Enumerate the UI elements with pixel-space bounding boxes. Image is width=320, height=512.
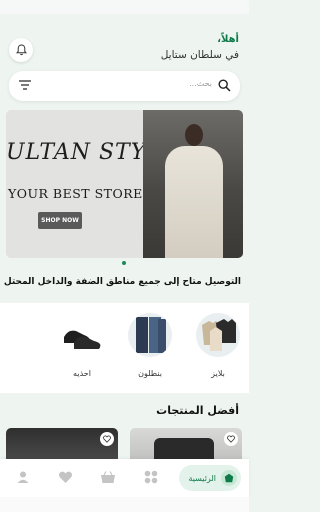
greeting: أهلاً، في سلطان ستايل (161, 33, 239, 63)
search-icon (218, 79, 231, 92)
bell-icon (15, 44, 27, 56)
category-shirts[interactable]: بلايز (193, 313, 243, 378)
favorite-button[interactable] (224, 432, 238, 446)
carousel-indicator (122, 261, 126, 265)
category-shoes[interactable]: احذيه (57, 313, 107, 378)
categories-row: بلايز بنطلون احذيه (0, 303, 249, 393)
category-pants[interactable]: بنطلون (125, 313, 175, 378)
heart-icon (103, 435, 111, 443)
notifications-button[interactable] (9, 38, 33, 62)
heart-icon (227, 435, 235, 443)
status-bar (0, 0, 249, 14)
favorites-icon[interactable] (58, 470, 73, 484)
greeting-subtitle: في سلطان ستايل (160, 49, 239, 61)
shop-now-button[interactable]: SHOP NOW (38, 212, 82, 229)
greeting-title: أهلاً، (217, 34, 239, 45)
category-label: بنطلون (138, 369, 162, 378)
profile-icon[interactable] (16, 470, 30, 484)
category-image (60, 313, 104, 357)
banner-headline: YOUR BEST STORE (8, 186, 143, 201)
categories-icon[interactable] (144, 470, 158, 484)
nav-home-label: الرئيسية (188, 473, 216, 483)
header: أهلاً، في سلطان ستايل (0, 30, 249, 68)
category-label: احذيه (73, 369, 91, 378)
nav-home-button[interactable]: الرئيسية (179, 465, 241, 491)
banner-model-photo (143, 110, 243, 258)
category-image (128, 313, 172, 357)
promo-banner[interactable]: ULTAN STYLE YOUR BEST STORE SHOP NOW (6, 110, 243, 258)
system-gesture-bar (0, 497, 249, 512)
banner-script-text: ULTAN STYLE (6, 140, 156, 165)
favorite-button[interactable] (100, 432, 114, 446)
category-label: بلايز (211, 369, 225, 378)
home-icon (221, 470, 237, 486)
bottom-navigation: الرئيسية (0, 459, 249, 497)
search-bar[interactable]: بحث... (9, 71, 240, 101)
cart-icon[interactable] (100, 470, 116, 484)
category-image (196, 313, 240, 357)
delivery-notice: التوصيل متاح إلى جميع مناطق الضفة والداخ… (3, 277, 241, 287)
search-input[interactable]: بحث... (189, 79, 212, 88)
filter-icon[interactable] (18, 79, 32, 91)
best-products-title: أفضل المنتجات (156, 404, 239, 417)
